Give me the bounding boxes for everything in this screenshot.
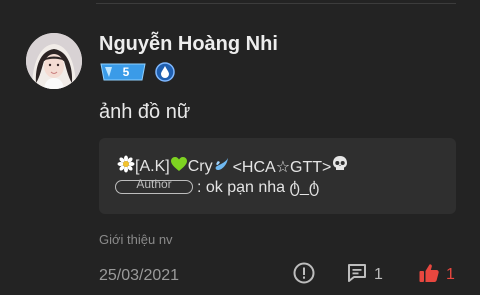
report-exclamation-icon bbox=[292, 261, 316, 290]
comment-icon bbox=[346, 262, 368, 289]
green-heart-icon bbox=[170, 156, 188, 177]
avatar[interactable] bbox=[26, 33, 82, 89]
author-tag-label: Author bbox=[136, 177, 172, 191]
quoted-comment[interactable]: [A.K] Cry <HCA☆GTT> Author: ok pạn nha … bbox=[99, 138, 456, 214]
report-button[interactable] bbox=[292, 261, 316, 290]
level-badge: 5 bbox=[100, 63, 146, 81]
skull-icon bbox=[331, 155, 349, 178]
divider bbox=[96, 3, 456, 4]
quote-author-line: [A.K] Cry <HCA☆GTT> bbox=[117, 155, 349, 178]
comment-button[interactable]: 1 bbox=[346, 263, 383, 287]
quote-name-part: Cry bbox=[187, 157, 213, 175]
author-tag: Author bbox=[115, 177, 193, 194]
daisy-flower-icon bbox=[117, 155, 135, 178]
thumbs-up-icon bbox=[418, 262, 440, 289]
water-drop-badge-icon bbox=[155, 62, 175, 82]
quote-message-line: Author : ok pạn nha ტ_ტ bbox=[115, 177, 319, 197]
author-badges: 5 bbox=[100, 62, 175, 82]
quote-message: : ok pạn nha ტ_ტ bbox=[197, 179, 320, 196]
post-category[interactable]: Giới thiệu nv bbox=[99, 232, 173, 247]
quote-name-prefix: [A.K] bbox=[135, 157, 170, 175]
like-count: 1 bbox=[446, 266, 455, 283]
like-button[interactable]: 1 bbox=[418, 263, 455, 287]
level-number: 5 bbox=[122, 65, 130, 79]
post-date: 25/03/2021 bbox=[99, 267, 180, 284]
quote-name-suffix: <HCA☆GTT> bbox=[232, 158, 332, 176]
author-name[interactable]: Nguyễn Hoàng Nhi bbox=[99, 33, 278, 56]
forum-post: Nguyễn Hoàng Nhi 5 ảnh đồ nữ [A.K] Cry <… bbox=[0, 0, 480, 295]
post-content: ảnh đồ nữ bbox=[99, 101, 191, 123]
comment-count: 1 bbox=[374, 266, 383, 283]
droplet-icon bbox=[213, 156, 233, 177]
